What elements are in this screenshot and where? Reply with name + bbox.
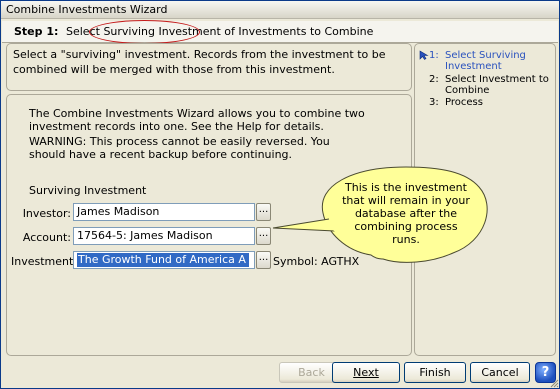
- intro-panel: Select a "surviving" investment. Records…: [6, 43, 412, 91]
- investment-label: Investment:: [11, 255, 78, 268]
- investment-field[interactable]: The Growth Fund of America A: [73, 251, 255, 269]
- investment-browse-button[interactable]: ...: [256, 251, 271, 269]
- step-num-1: 1:: [429, 50, 439, 61]
- account-field[interactable]: 17564-5: James Madison: [73, 227, 255, 245]
- arrow-pointer-icon: [419, 50, 429, 60]
- account-browse-button[interactable]: ...: [256, 227, 271, 245]
- step-label: Step 1:: [14, 25, 59, 38]
- investor-field[interactable]: James Madison: [73, 203, 255, 221]
- next-button-label: Next: [353, 366, 379, 379]
- step-header: Step 1: Select Surviving Investment of I…: [2, 20, 558, 44]
- wizard-window: Combine Investments Wizard Step 1: Selec…: [0, 0, 560, 389]
- callout-text: This is the investment that will remain …: [342, 181, 470, 246]
- window-title: Combine Investments Wizard: [1, 1, 559, 19]
- finish-button[interactable]: Finish: [404, 362, 466, 383]
- investment-field-value: The Growth Fund of America A: [77, 253, 249, 267]
- symbol-text: Symbol: AGTHX: [273, 255, 360, 268]
- next-button[interactable]: Next: [332, 362, 400, 383]
- step-label-3: Process: [445, 97, 483, 108]
- investor-label: Investor:: [22, 207, 71, 220]
- step-title-highlight: Surviving Investment: [103, 25, 221, 38]
- step-num-2: 2:: [429, 74, 439, 85]
- cancel-button[interactable]: Cancel: [470, 362, 530, 383]
- description-text: The Combine Investments Wizard allows yo…: [29, 107, 365, 133]
- step-label-1: Select Surviving Investment: [445, 50, 526, 72]
- section-title: Surviving Investment: [29, 184, 147, 197]
- step-title-suffix: of Investments to Combine: [220, 25, 374, 38]
- step-num-3: 3:: [429, 97, 439, 108]
- investor-browse-button[interactable]: ...: [256, 203, 271, 221]
- step-label-2: Select Investment to Combine: [445, 74, 549, 96]
- step-title-prefix: Select: [66, 25, 104, 38]
- account-label: Account:: [22, 231, 71, 244]
- warning-text: WARNING: This process cannot be easily r…: [29, 135, 330, 161]
- step-title: Select Surviving Investment of Investmen…: [66, 25, 373, 38]
- resize-grip-icon[interactable]: [549, 378, 559, 388]
- intro-text: Select a "surviving" investment. Records…: [13, 48, 386, 76]
